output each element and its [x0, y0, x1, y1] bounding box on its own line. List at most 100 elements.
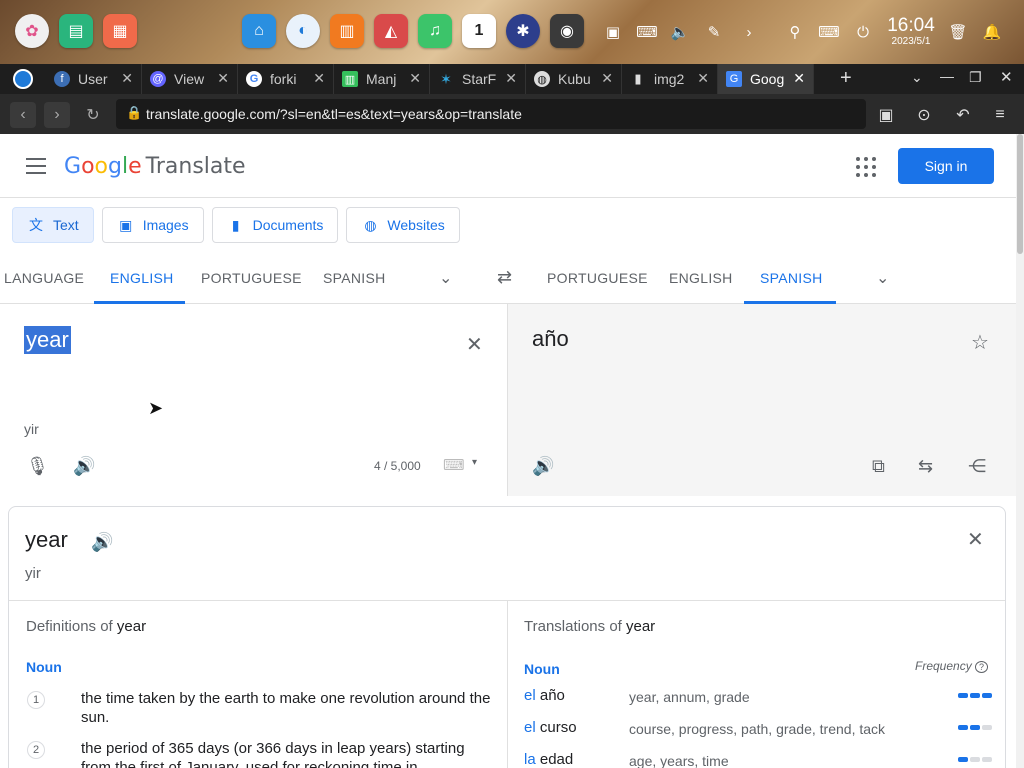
translation-word: año	[539, 687, 565, 704]
close-icon[interactable]: ✕	[217, 70, 229, 87]
tab-kubu[interactable]: ◍ Kubu ✕	[526, 64, 622, 94]
keyboard-dropdown-icon[interactable]: ▾	[472, 457, 477, 468]
translation-synonyms: year, annum, grade	[629, 689, 750, 705]
reload-icon[interactable]: ↻	[80, 102, 106, 128]
close-icon[interactable]: ✕	[505, 70, 517, 87]
source-lang-english[interactable]: ENGLISH	[110, 270, 174, 286]
close-dictionary-icon[interactable]: ✕	[967, 527, 984, 552]
frequency-bar	[982, 757, 992, 762]
source-text-input[interactable]: year	[24, 326, 71, 354]
image-viewer-tray-icon[interactable]: ▣	[601, 20, 625, 44]
layout-app-icon[interactable]: ▦	[103, 14, 137, 48]
extension-icon[interactable]: ▣	[873, 102, 899, 128]
notification-bell-icon[interactable]: 🔔	[980, 20, 1004, 44]
disk-icon[interactable]: ◉	[550, 14, 584, 48]
maximize-icon[interactable]: ❐	[969, 69, 982, 86]
dictionary-listen-icon[interactable]: 🔊	[91, 532, 113, 553]
divider	[507, 600, 508, 768]
photos-icon[interactable]: ◭	[374, 14, 408, 48]
google-apps-icon[interactable]	[856, 157, 876, 177]
share-icon[interactable]: ⋲	[968, 456, 986, 477]
feedback-icon[interactable]: ⇆	[918, 456, 933, 477]
music-icon[interactable]: ♫	[418, 14, 452, 48]
menu-icon[interactable]: ≡	[987, 102, 1013, 128]
tab-view[interactable]: @ View ✕	[142, 64, 238, 94]
source-pronunciation: yir	[24, 421, 39, 437]
sign-in-button[interactable]: Sign in	[898, 148, 994, 184]
chevron-down-icon[interactable]: ⌄	[911, 69, 923, 86]
target-lang-english[interactable]: ENGLISH	[669, 270, 733, 286]
undo-icon[interactable]: ↶	[950, 102, 976, 128]
pen-tray-icon[interactable]: ✎	[702, 20, 726, 44]
page-scrollbar[interactable]	[1016, 134, 1024, 768]
tab-img2[interactable]: ▮ img2 ✕	[622, 64, 718, 94]
chevron-right-icon[interactable]: ›	[737, 20, 761, 44]
close-icon[interactable]: ✕	[313, 70, 325, 87]
close-icon[interactable]: ✕	[793, 70, 805, 87]
source-lang-portuguese[interactable]: PORTUGUESE	[201, 270, 302, 286]
close-icon[interactable]: ✕	[601, 70, 613, 87]
logo-translate: Translate	[145, 154, 246, 179]
terminal-icon[interactable]: ▤	[59, 14, 93, 48]
source-lang-more-icon[interactable]: ⌄	[439, 268, 453, 288]
mode-documents-button[interactable]: ▮ Documents	[211, 207, 339, 243]
frequency-bar	[982, 693, 992, 698]
target-lang-portuguese[interactable]: PORTUGUESE	[547, 270, 648, 286]
translation-row[interactable]: la edad age, years, time	[524, 751, 992, 768]
calendar-icon[interactable]: 1	[462, 14, 496, 48]
text-icon: 文	[29, 217, 43, 233]
google-translate-logo[interactable]: Google Translate	[64, 154, 246, 179]
package-icon[interactable]: ▥	[330, 14, 364, 48]
keyboard-icon[interactable]: ⌨	[443, 456, 465, 474]
swap-languages-icon[interactable]: ⇄	[497, 267, 512, 288]
keyboard-tray-icon[interactable]: ⌨	[635, 20, 659, 44]
translation-row[interactable]: el curso course, progress, path, grade, t…	[524, 719, 992, 743]
source-lang-detect[interactable]: LANGUAGE	[4, 270, 84, 286]
translation-row[interactable]: el año year, annum, grade	[524, 687, 992, 711]
settings-flower-icon[interactable]: ✿	[15, 14, 49, 48]
keyboard-layout-icon[interactable]: ⌨	[817, 20, 841, 44]
clear-source-icon[interactable]: ✕	[466, 332, 483, 357]
power-icon[interactable]: ⏻	[851, 20, 875, 44]
source-panel: year ✕ ➤ yir 🎙 🔊 4 / 5,000 ⌨ ▾	[0, 304, 508, 496]
settings-wheel-icon[interactable]: ✱	[506, 14, 540, 48]
minimize-icon[interactable]: —	[940, 68, 954, 84]
mode-images-button[interactable]: ▣ Images	[101, 207, 204, 243]
mode-websites-button[interactable]: ◍ Websites	[346, 207, 460, 243]
target-listen-icon[interactable]: 🔊	[532, 456, 554, 477]
target-lang-more-icon[interactable]: ⌄	[876, 268, 890, 288]
trash-icon[interactable]: 🗑	[946, 20, 970, 44]
copy-icon[interactable]: ⧉	[872, 456, 885, 477]
store-icon[interactable]: ⌂	[242, 14, 276, 48]
close-icon[interactable]: ✕	[409, 70, 421, 87]
archive-icon: ▮	[634, 71, 642, 86]
hamburger-menu-icon[interactable]	[26, 158, 46, 174]
new-tab-icon[interactable]: +	[840, 67, 852, 90]
download-icon[interactable]: ⊙	[911, 102, 937, 128]
address-bar[interactable]: 🔒 translate.google.com/?sl=en&tl=es&text…	[116, 99, 866, 129]
forward-icon[interactable]: ›	[44, 102, 70, 128]
translation-article: el	[524, 687, 536, 704]
save-translation-star-icon[interactable]: ☆	[971, 330, 989, 355]
clock[interactable]: 16:04 2023/5/1	[884, 16, 938, 48]
close-icon[interactable]: ✕	[121, 70, 133, 87]
tab-user[interactable]: f User ✕	[46, 64, 142, 94]
source-listen-icon[interactable]: 🔊	[73, 456, 95, 477]
source-lang-spanish[interactable]: SPANISH	[323, 270, 386, 286]
search-icon[interactable]: ⚲	[783, 20, 807, 44]
tab-google-translate[interactable]: G Goog ✕	[718, 64, 814, 94]
tab-forki[interactable]: Gforki ✕	[238, 64, 334, 94]
tab-manj[interactable]: ▥ Manj ✕	[334, 64, 430, 94]
microphone-icon[interactable]: 🎙	[26, 456, 49, 477]
volume-muted-icon[interactable]: 🔈	[668, 20, 692, 44]
frequency-bar	[958, 725, 968, 730]
target-lang-spanish[interactable]: SPANISH	[760, 270, 823, 286]
back-icon[interactable]: ‹	[10, 102, 36, 128]
tab-starf[interactable]: ✶ StarF ✕	[430, 64, 526, 94]
close-icon[interactable]: ✕	[697, 70, 709, 87]
window-close-icon[interactable]: ✕	[1000, 68, 1013, 86]
frequency-bar	[970, 693, 980, 698]
browser-icon[interactable]: ◐	[286, 14, 320, 48]
mode-text-button[interactable]: 文 Text	[12, 207, 94, 243]
browser-menu-icon[interactable]	[0, 64, 46, 94]
